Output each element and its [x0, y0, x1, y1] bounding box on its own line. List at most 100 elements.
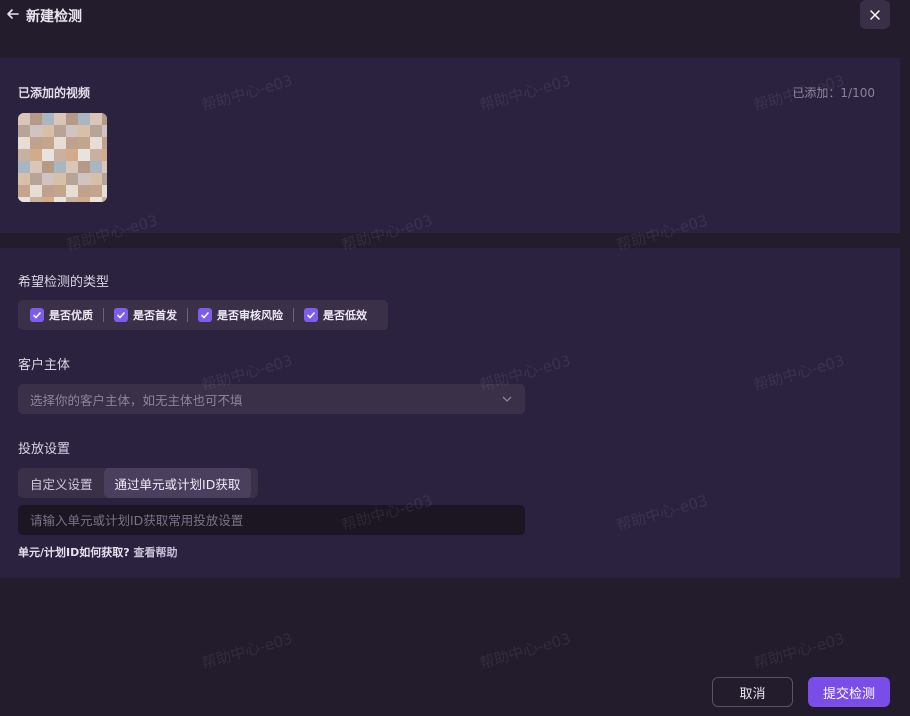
- thumbnail-pixel: [30, 125, 42, 137]
- thumbnail-pixel: [42, 185, 54, 197]
- checkbox-checked-icon: [114, 308, 128, 322]
- delivery-tabs: 自定义设置 通过单元或计划ID获取: [18, 468, 258, 498]
- thumbnail-pixel: [30, 137, 42, 149]
- thumbnail-pixel: [78, 149, 90, 161]
- thumbnail-pixel: [54, 161, 66, 173]
- thumbnail-pixel: [90, 149, 102, 161]
- detect-type-checkbox-group: 是否优质 是否首发 是否审核风险 是否低效: [18, 300, 388, 330]
- thumbnail-pixel: [102, 113, 107, 125]
- checkbox-checked-icon: [198, 308, 212, 322]
- thumbnail-pixel: [18, 197, 30, 202]
- watermark: 帮助中心-e03: [199, 629, 295, 673]
- thumbnail-pixel: [66, 149, 78, 161]
- back-arrow-icon[interactable]: [6, 7, 20, 21]
- thumbnail-pixel: [102, 149, 107, 161]
- checkbox-checked-icon: [30, 308, 44, 322]
- thumbnail-pixel: [18, 161, 30, 173]
- thumbnail-pixel: [90, 173, 102, 185]
- thumbnail-pixel: [30, 197, 42, 202]
- help-link[interactable]: 查看帮助: [133, 546, 177, 559]
- thumbnail-pixel: [54, 113, 66, 125]
- detection-form-panel: 希望检测的类型 是否优质 是否首发 是否审核风险 是否低效 客户主体 选择你的客…: [0, 248, 900, 578]
- client-title: 客户主体: [18, 358, 71, 373]
- close-button[interactable]: [860, 0, 890, 29]
- thumbnail-pixel: [90, 185, 102, 197]
- checkbox-first-release[interactable]: 是否首发: [114, 307, 177, 323]
- thumbnail-pixel: [66, 113, 78, 125]
- checkbox-review-risk[interactable]: 是否审核风险: [198, 307, 283, 323]
- divider: [103, 308, 104, 322]
- added-count: 已添加：1/100: [792, 86, 875, 100]
- thumbnail-pixel: [102, 137, 107, 149]
- chevron-down-icon: [502, 396, 512, 402]
- thumbnail-pixel: [30, 185, 42, 197]
- thumbnail-pixel: [66, 173, 78, 185]
- thumbnail-pixel: [78, 173, 90, 185]
- checkbox-checked-icon: [304, 308, 318, 322]
- checkbox-label: 是否优质: [49, 309, 93, 322]
- help-text: 单元/计划ID如何获取?: [18, 546, 130, 559]
- thumbnail-pixel: [42, 113, 54, 125]
- submit-button[interactable]: 提交检测: [808, 677, 890, 707]
- thumbnail-pixel: [66, 137, 78, 149]
- cancel-button[interactable]: 取消: [712, 677, 793, 707]
- checkbox-low-efficiency[interactable]: 是否低效: [304, 307, 367, 323]
- thumbnail-pixel: [18, 113, 30, 125]
- tab-get-by-id[interactable]: 通过单元或计划ID获取: [103, 468, 252, 498]
- video-thumbnail[interactable]: [18, 113, 107, 202]
- thumbnail-pixel: [78, 161, 90, 173]
- watermark: 帮助中心-e03: [477, 629, 573, 673]
- thumbnail-pixel: [102, 125, 107, 137]
- tab-custom-settings[interactable]: 自定义设置: [18, 468, 104, 498]
- thumbnail-pixel: [54, 197, 66, 202]
- thumbnail-pixel: [18, 185, 30, 197]
- thumbnail-pixel: [30, 113, 42, 125]
- help-line: 单元/计划ID如何获取? 查看帮助: [18, 544, 177, 560]
- thumbnail-pixel: [54, 137, 66, 149]
- thumbnail-pixel: [30, 161, 42, 173]
- client-select-placeholder: 选择你的客户主体，如无主体也可不填: [30, 392, 243, 408]
- thumbnail-pixel: [18, 149, 30, 161]
- divider: [293, 308, 294, 322]
- thumbnail-pixel: [42, 125, 54, 137]
- thumbnail-pixel: [102, 197, 107, 202]
- thumbnail-pixel: [54, 149, 66, 161]
- added-videos-title: 已添加的视频: [18, 86, 91, 100]
- thumbnail-pixel: [78, 197, 90, 202]
- thumbnail-pixel: [42, 161, 54, 173]
- thumbnail-pixel: [18, 137, 30, 149]
- thumbnail-pixel: [90, 161, 102, 173]
- detect-type-title: 希望检测的类型: [18, 275, 110, 290]
- thumbnail-pixel: [78, 125, 90, 137]
- thumbnail-pixel: [42, 197, 54, 202]
- thumbnail-pixel: [18, 173, 30, 185]
- checkbox-quality[interactable]: 是否优质: [30, 307, 93, 323]
- thumbnail-pixel: [90, 137, 102, 149]
- thumbnail-pixel: [102, 173, 107, 185]
- thumbnail-pixel: [66, 185, 78, 197]
- thumbnail-pixel: [90, 197, 102, 202]
- added-videos-panel: 已添加的视频 已添加：1/100: [0, 58, 900, 233]
- thumbnail-pixel: [30, 149, 42, 161]
- thumbnail-pixel: [66, 197, 78, 202]
- thumbnail-pixel: [78, 185, 90, 197]
- page-title: 新建检测: [26, 9, 82, 25]
- client-select[interactable]: 选择你的客户主体，如无主体也可不填: [18, 384, 525, 414]
- thumbnail-pixel: [102, 185, 107, 197]
- dialog-header: 新建检测: [0, 0, 910, 32]
- thumbnail-pixel: [42, 149, 54, 161]
- delivery-title: 投放设置: [18, 442, 71, 457]
- divider: [187, 308, 188, 322]
- thumbnail-pixel: [42, 137, 54, 149]
- thumbnail-pixel: [42, 173, 54, 185]
- thumbnail-pixel: [66, 125, 78, 137]
- thumbnail-pixel: [54, 125, 66, 137]
- watermark: 帮助中心-e03: [751, 629, 847, 673]
- thumbnail-pixel: [90, 113, 102, 125]
- thumbnail-pixel: [54, 173, 66, 185]
- unit-id-input[interactable]: [18, 505, 525, 535]
- thumbnail-pixel: [54, 185, 66, 197]
- thumbnail-pixel: [18, 125, 30, 137]
- thumbnail-pixel: [66, 161, 78, 173]
- thumbnail-pixel: [78, 113, 90, 125]
